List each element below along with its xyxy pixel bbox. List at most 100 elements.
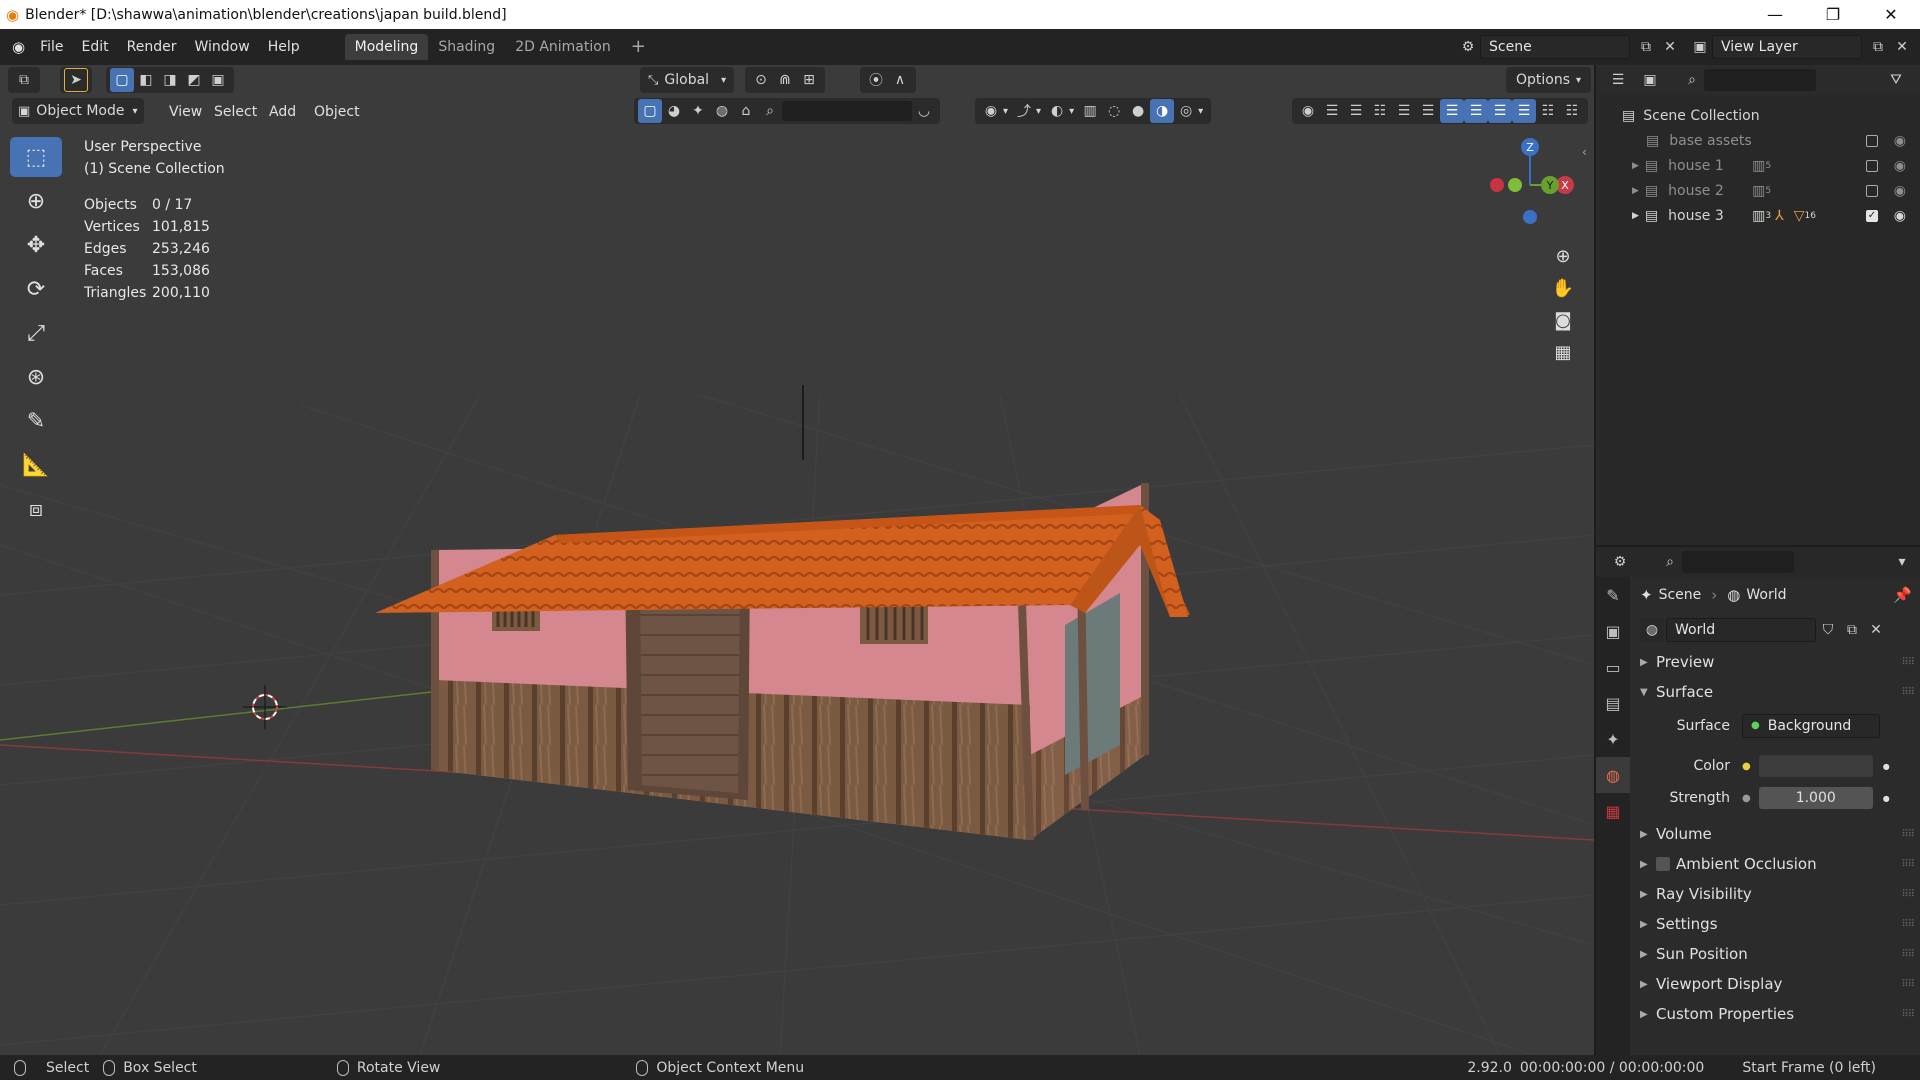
expand-arrow-icon[interactable]: ▶	[1632, 161, 1639, 171]
filter-toggle-icon[interactable]: ☷	[1536, 99, 1560, 123]
new-scene-icon[interactable]: ⧉	[1634, 35, 1658, 59]
panel-viewport-display[interactable]: ▶ Viewport Display ⠿⠿	[1634, 969, 1920, 999]
filter-camera-icon[interactable]: ⌂	[734, 99, 758, 123]
visibility-eye-icon[interactable]: ◉	[1894, 208, 1906, 224]
pivot-point-dropdown[interactable]: ⊙ ⋒ ⊞	[745, 67, 825, 93]
color-swatch[interactable]	[1758, 755, 1873, 777]
pan-hand-icon[interactable]: ✋	[1547, 272, 1579, 304]
outliner-item-base-assets[interactable]: ▤ base assets ◉	[1596, 128, 1920, 153]
house-model[interactable]	[375, 88, 1190, 841]
delete-scene-icon[interactable]: ✕	[1658, 35, 1682, 59]
selection-mode-group[interactable]: ▢ ◧ ◨ ◩ ▣	[106, 67, 234, 93]
display-mode-icon[interactable]: ▣	[1638, 68, 1662, 92]
viewport-scene[interactable]	[0, 65, 1594, 1055]
annotate-tool[interactable]: ✎	[10, 401, 62, 441]
menu-render[interactable]: Render	[118, 34, 186, 60]
falloff-icon[interactable]: ∧	[888, 68, 912, 92]
tool-tab-icon[interactable]: ✎	[1596, 577, 1630, 613]
gizmo-icon[interactable]: ⤴	[1012, 99, 1036, 123]
search-icon[interactable]: ⌕	[758, 99, 782, 123]
filter-toggle-icon[interactable]: ☷	[1368, 99, 1392, 123]
panel-sun-position[interactable]: ▶ Sun Position ⠿⠿	[1634, 939, 1920, 969]
ortho-grid-icon[interactable]: ▦	[1547, 336, 1579, 368]
world-browse-icon[interactable]: ◍	[1640, 618, 1664, 642]
editor-type-icon[interactable]: ⧉	[12, 68, 36, 92]
outliner-item-house-1[interactable]: ▶ ▤ house 1 ▥ 5 ◉	[1596, 153, 1920, 178]
navigation-gizmo[interactable]: Z X Y	[1475, 135, 1585, 235]
move-tool[interactable]: ✥	[10, 225, 62, 265]
world-tab-icon[interactable]: ◍	[1596, 757, 1630, 793]
snap-filter-group[interactable]: ▢ ◕ ✦ ◍ ⌂ ⌕ ◡	[634, 98, 940, 124]
keyframe-dot-icon[interactable]: ●	[1883, 794, 1890, 803]
fake-user-icon[interactable]: ⛉	[1816, 618, 1840, 642]
xray-icon[interactable]: ▥	[1078, 99, 1102, 123]
panel-volume[interactable]: ▶ Volume ⠿⠿	[1634, 819, 1920, 849]
chevron-down-icon[interactable]: ▾	[1890, 550, 1914, 574]
outliner-filter-toggles[interactable]: ◉ ☰ ☰ ☷ ☰ ☰ ☰ ☰ ☰ ☰ ☷ ☷	[1292, 98, 1588, 124]
visibility-eye-icon[interactable]: ◉	[1296, 99, 1320, 123]
menu-file[interactable]: File	[31, 34, 72, 60]
material-preview-icon[interactable]: ◑	[1150, 99, 1175, 123]
color-socket-icon[interactable]: ●	[1742, 761, 1751, 772]
blender-menu-icon[interactable]: ◉	[12, 38, 25, 56]
menu-window[interactable]: Window	[186, 34, 259, 60]
panel-settings[interactable]: ▶ Settings ⠿⠿	[1634, 909, 1920, 939]
camera-view-icon[interactable]: ◙	[1547, 304, 1579, 336]
search-icon[interactable]: ⌕	[1680, 68, 1704, 92]
snap-target-icon[interactable]: ⊞	[797, 68, 821, 92]
rendered-shading-icon[interactable]: ◎	[1174, 99, 1198, 123]
pivot-icon[interactable]: ⊙	[749, 68, 773, 92]
cursor-select-icon[interactable]: ➤	[64, 68, 88, 92]
texture-tab-icon[interactable]: ▦	[1596, 793, 1630, 829]
rotate-tool[interactable]: ⟳	[10, 269, 62, 309]
select-new-icon[interactable]: ▢	[110, 68, 134, 92]
select-intersect-icon[interactable]: ▣	[206, 68, 230, 92]
exclude-checkbox[interactable]	[1866, 159, 1878, 172]
editor-type-selector[interactable]: ⧉	[8, 67, 40, 93]
panel-ambient-occlusion[interactable]: ▶ Ambient Occlusion ⠿⠿	[1634, 849, 1920, 879]
new-world-icon[interactable]: ⧉	[1840, 618, 1864, 642]
visibility-group[interactable]: ◉ ▾ ⤴ ▾ ◐ ▾ ▥ ◌ ● ◑ ◎ ▾	[975, 98, 1212, 124]
outliner-editor-icon[interactable]: ☰	[1606, 68, 1630, 92]
filter-toggle-icon[interactable]: ☰	[1416, 99, 1440, 123]
surface-shader-field[interactable]: ● Background	[1742, 714, 1880, 738]
restore-button[interactable]: ❐	[1804, 0, 1862, 29]
mode-dropdown[interactable]: ▣ Object Mode ▾	[12, 98, 144, 124]
filter-toggle-icon[interactable]: ☰	[1344, 99, 1368, 123]
filter-toggle-icon[interactable]: ☰	[1464, 99, 1488, 123]
transform-tool[interactable]: ⊛	[10, 357, 62, 397]
outliner-search-input[interactable]	[1704, 69, 1816, 91]
add-workspace-button[interactable]: +	[621, 34, 656, 60]
outliner-item-house-3[interactable]: ▶ ▤ house 3 ▥ 3 ⅄ ▽ 16 ✓ ◉	[1596, 203, 1920, 228]
panel-custom-properties[interactable]: ▶ Custom Properties ⠿⠿	[1634, 999, 1920, 1029]
strength-field[interactable]: 1.000	[1758, 787, 1873, 809]
expand-arrow-icon[interactable]: ▶	[1632, 186, 1639, 196]
solid-shading-icon[interactable]: ●	[1126, 99, 1150, 123]
measure-tool[interactable]: 📐	[10, 445, 62, 485]
tab-2d-animation[interactable]: 2D Animation	[505, 34, 621, 60]
scene-selector-icon[interactable]: ⚙	[1456, 35, 1480, 59]
minimize-button[interactable]: —	[1746, 0, 1804, 29]
filter-mesh-icon[interactable]: ▢	[638, 99, 662, 123]
exclude-checkbox-checked[interactable]: ✓	[1866, 209, 1878, 222]
menu-help[interactable]: Help	[259, 34, 309, 60]
filter-light-icon[interactable]: ✦	[686, 99, 710, 123]
select-box-tool[interactable]: ⬚	[10, 137, 62, 177]
select-subtract-icon[interactable]: ◨	[158, 68, 182, 92]
zoom-icon[interactable]: ⊕	[1547, 240, 1579, 272]
proportional-edit-group[interactable]: ⦿ ∧	[860, 67, 916, 93]
filter-toggle-icon[interactable]: ☰	[1440, 99, 1464, 123]
3d-viewport[interactable]: ⧉ ➤ ▢ ◧ ◨ ◩ ▣ ⤡ Global ▾ ⊙ ⋒ ⊞ ⦿ ∧ Optio…	[0, 65, 1594, 1055]
view-layer-icon[interactable]: ▣	[1688, 35, 1712, 59]
outliner-scene-collection[interactable]: ▤ Scene Collection	[1596, 103, 1920, 128]
menu-edit[interactable]: Edit	[73, 34, 118, 60]
tab-modeling[interactable]: Modeling	[344, 34, 429, 60]
unlink-world-icon[interactable]: ✕	[1864, 618, 1888, 642]
filter-toggle-icon[interactable]: ☷	[1560, 99, 1584, 123]
filter-icon[interactable]: ⛛	[1884, 68, 1908, 92]
options-dropdown[interactable]: Options ▾	[1506, 67, 1592, 93]
delete-view-layer-icon[interactable]: ✕	[1890, 35, 1914, 59]
3d-cursor[interactable]	[243, 685, 287, 729]
panel-ray-visibility[interactable]: ▶ Ray Visibility ⠿⠿	[1634, 879, 1920, 909]
filter-material-icon[interactable]: ◕	[662, 99, 686, 123]
